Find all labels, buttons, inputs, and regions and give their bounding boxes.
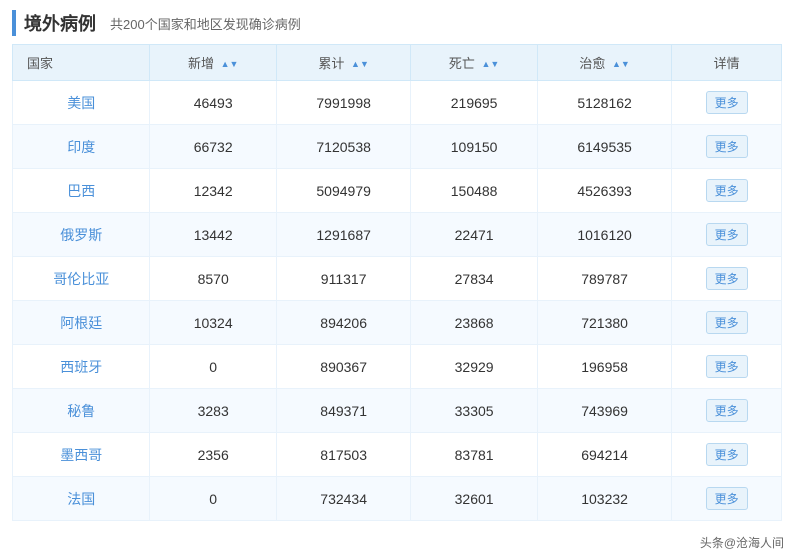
cell-new: 66732 (150, 125, 276, 169)
table-row: 哥伦比亚 8570 911317 27834 789787 更多 (13, 257, 782, 301)
cell-new: 2356 (150, 433, 276, 477)
cell-detail: 更多 (672, 301, 782, 345)
sort-death-icon[interactable]: ▲▼ (482, 60, 500, 69)
cell-country: 秘鲁 (13, 389, 150, 433)
more-button[interactable]: 更多 (706, 443, 748, 466)
cell-death: 27834 (411, 257, 537, 301)
cell-recovered: 721380 (537, 301, 672, 345)
main-container: 境外病例 共200个国家和地区发现确诊病例 国家 新增 ▲▼ 累计 ▲▼ 死亡 … (0, 0, 794, 557)
cell-detail: 更多 (672, 169, 782, 213)
table-row: 墨西哥 2356 817503 83781 694214 更多 (13, 433, 782, 477)
cell-recovered: 103232 (537, 477, 672, 521)
cell-detail: 更多 (672, 389, 782, 433)
cell-recovered: 5128162 (537, 81, 672, 125)
more-button[interactable]: 更多 (706, 399, 748, 422)
cell-country: 美国 (13, 81, 150, 125)
col-detail: 详情 (672, 45, 782, 81)
cell-death: 109150 (411, 125, 537, 169)
more-button[interactable]: 更多 (706, 267, 748, 290)
cell-death: 32601 (411, 477, 537, 521)
cell-detail: 更多 (672, 213, 782, 257)
cell-recovered: 4526393 (537, 169, 672, 213)
cell-country: 法国 (13, 477, 150, 521)
table-body: 美国 46493 7991998 219695 5128162 更多 印度 66… (13, 81, 782, 521)
page-header: 境外病例 共200个国家和地区发现确诊病例 (12, 10, 782, 36)
cell-total: 5094979 (276, 169, 411, 213)
col-recovered: 治愈 ▲▼ (537, 45, 672, 81)
cell-total: 894206 (276, 301, 411, 345)
cell-recovered: 743969 (537, 389, 672, 433)
cell-country: 西班牙 (13, 345, 150, 389)
cell-detail: 更多 (672, 433, 782, 477)
cell-total: 911317 (276, 257, 411, 301)
cell-detail: 更多 (672, 81, 782, 125)
more-button[interactable]: 更多 (706, 223, 748, 246)
col-total: 累计 ▲▼ (276, 45, 411, 81)
table-row: 秘鲁 3283 849371 33305 743969 更多 (13, 389, 782, 433)
col-country: 国家 (13, 45, 150, 81)
table-header-row: 国家 新增 ▲▼ 累计 ▲▼ 死亡 ▲▼ 治愈 ▲▼ 详情 (13, 45, 782, 81)
cell-country: 哥伦比亚 (13, 257, 150, 301)
table-row: 法国 0 732434 32601 103232 更多 (13, 477, 782, 521)
cell-new: 13442 (150, 213, 276, 257)
sort-new-icon[interactable]: ▲▼ (221, 60, 239, 69)
more-button[interactable]: 更多 (706, 179, 748, 202)
more-button[interactable]: 更多 (706, 487, 748, 510)
more-button[interactable]: 更多 (706, 135, 748, 158)
table-row: 俄罗斯 13442 1291687 22471 1016120 更多 (13, 213, 782, 257)
cell-detail: 更多 (672, 257, 782, 301)
cell-country: 阿根廷 (13, 301, 150, 345)
table-row: 巴西 12342 5094979 150488 4526393 更多 (13, 169, 782, 213)
cell-country: 巴西 (13, 169, 150, 213)
cell-country: 俄罗斯 (13, 213, 150, 257)
table-row: 美国 46493 7991998 219695 5128162 更多 (13, 81, 782, 125)
cell-death: 22471 (411, 213, 537, 257)
cell-recovered: 694214 (537, 433, 672, 477)
cell-total: 1291687 (276, 213, 411, 257)
cell-death: 83781 (411, 433, 537, 477)
more-button[interactable]: 更多 (706, 311, 748, 334)
cell-total: 7991998 (276, 81, 411, 125)
col-new: 新增 ▲▼ (150, 45, 276, 81)
cell-total: 732434 (276, 477, 411, 521)
cell-death: 150488 (411, 169, 537, 213)
cell-new: 12342 (150, 169, 276, 213)
cell-total: 890367 (276, 345, 411, 389)
cell-new: 10324 (150, 301, 276, 345)
more-button[interactable]: 更多 (706, 91, 748, 114)
watermark: 头条@沧海人间 (700, 534, 784, 551)
sort-total-icon[interactable]: ▲▼ (351, 60, 369, 69)
cell-total: 849371 (276, 389, 411, 433)
cell-recovered: 789787 (537, 257, 672, 301)
cell-country: 印度 (13, 125, 150, 169)
cases-table: 国家 新增 ▲▼ 累计 ▲▼ 死亡 ▲▼ 治愈 ▲▼ 详情 美国 46493 7… (12, 44, 782, 521)
cell-recovered: 196958 (537, 345, 672, 389)
cell-death: 23868 (411, 301, 537, 345)
cell-death: 33305 (411, 389, 537, 433)
cell-new: 8570 (150, 257, 276, 301)
cell-death: 219695 (411, 81, 537, 125)
sort-recovered-icon[interactable]: ▲▼ (612, 60, 630, 69)
cell-new: 3283 (150, 389, 276, 433)
cell-detail: 更多 (672, 477, 782, 521)
col-death: 死亡 ▲▼ (411, 45, 537, 81)
cell-detail: 更多 (672, 345, 782, 389)
table-row: 西班牙 0 890367 32929 196958 更多 (13, 345, 782, 389)
table-row: 印度 66732 7120538 109150 6149535 更多 (13, 125, 782, 169)
more-button[interactable]: 更多 (706, 355, 748, 378)
cell-detail: 更多 (672, 125, 782, 169)
cell-new: 0 (150, 345, 276, 389)
cell-total: 817503 (276, 433, 411, 477)
cell-country: 墨西哥 (13, 433, 150, 477)
cell-death: 32929 (411, 345, 537, 389)
cell-new: 0 (150, 477, 276, 521)
cell-new: 46493 (150, 81, 276, 125)
cell-recovered: 6149535 (537, 125, 672, 169)
page-title: 境外病例 (12, 10, 96, 36)
page-subtitle: 共200个国家和地区发现确诊病例 (110, 14, 301, 33)
cell-total: 7120538 (276, 125, 411, 169)
table-row: 阿根廷 10324 894206 23868 721380 更多 (13, 301, 782, 345)
cell-recovered: 1016120 (537, 213, 672, 257)
